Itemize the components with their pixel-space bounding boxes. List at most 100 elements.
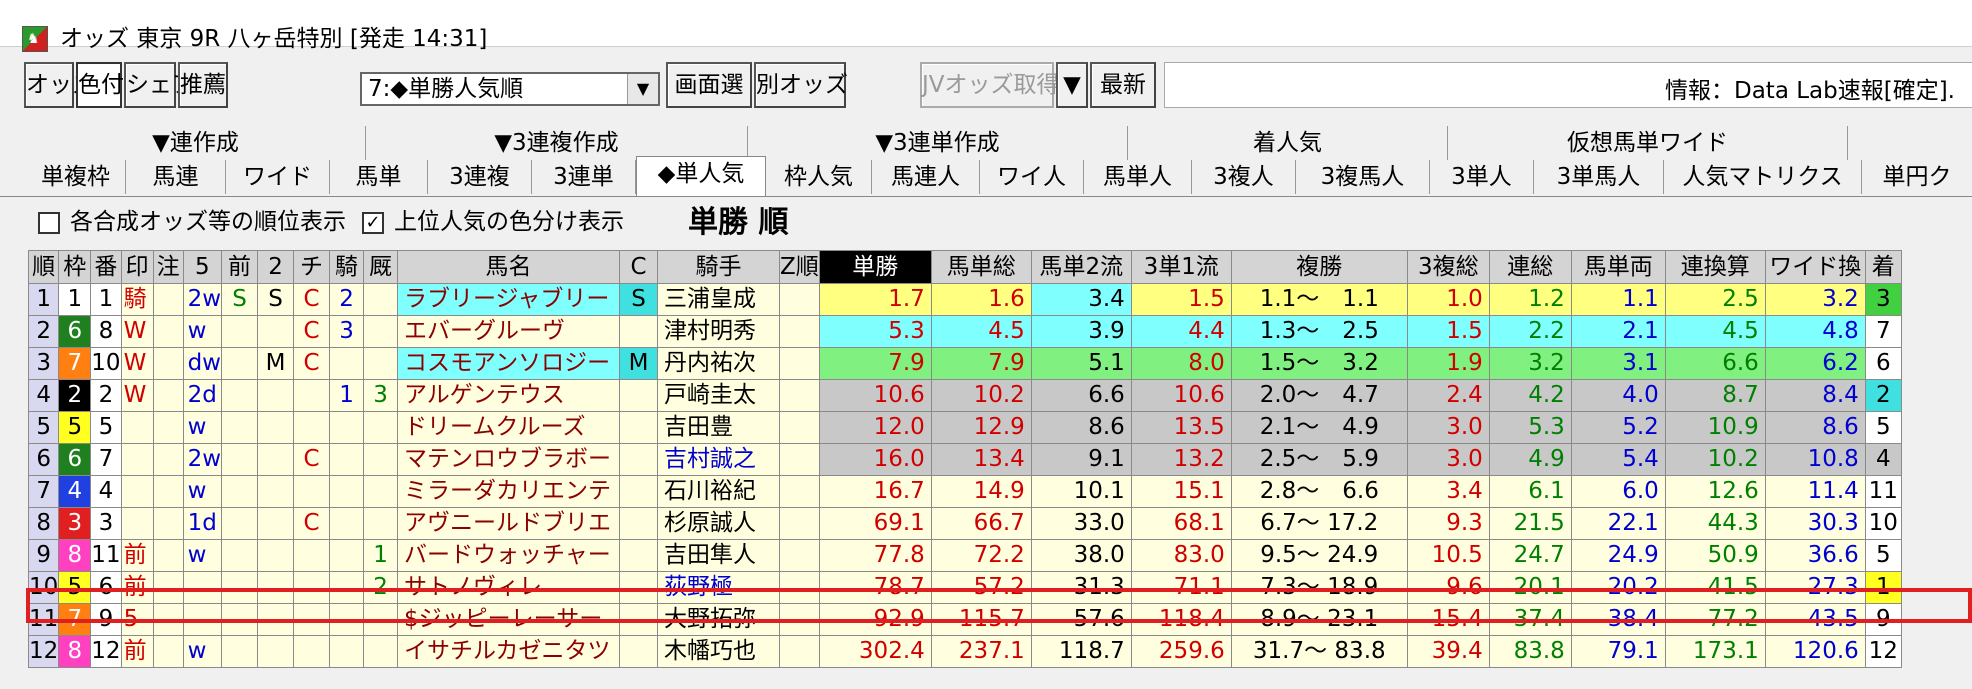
cell-fuku: 1.5〜 3.2 xyxy=(1230,347,1408,380)
column-header[interactable]: 2 xyxy=(257,250,295,284)
tab-exacta[interactable]: 馬単 xyxy=(330,160,428,194)
share-button[interactable]: シェア xyxy=(124,62,195,108)
cell-frame: 1 xyxy=(58,283,92,316)
cell-jockey: 吉田隼人 xyxy=(657,539,781,572)
cell-name: ラブリージャブリー xyxy=(397,283,621,316)
table-row[interactable]: 4 2 2 W 2d 1 3 アルゲンテウス 戸崎圭太 10.6 10.2 6.6 10.6 2.0〜 4… xyxy=(27,379,1902,412)
cell-s1: 259.6 xyxy=(1130,635,1232,668)
column-header[interactable]: 枠 xyxy=(58,250,92,284)
column-header[interactable]: 連総 xyxy=(1488,250,1572,284)
column-header[interactable]: 3単1流 xyxy=(1130,250,1232,284)
tab-trio-popularity[interactable]: 3複人 xyxy=(1192,160,1296,194)
tab-trifecta-horse-popularity[interactable]: 3単馬人 xyxy=(1534,160,1664,194)
cell-cc xyxy=(619,603,659,636)
table-row[interactable]: 5 5 5 w ドリームクルーズ 吉田豊 12.0 12.9 8.6 13.5 2.1〜 4.9 3.… xyxy=(27,411,1902,444)
table-row[interactable]: 10 5 6 前 2 サトノヴィレ 荻野極 78.7 57.2 31.3 71.1 7.3〜 18.9… xyxy=(27,571,1902,604)
column-header[interactable]: 着 xyxy=(1864,250,1902,284)
tab-trifecta-create[interactable]: ▼3連単作成 xyxy=(748,126,1128,160)
tab-trio-horse-popularity[interactable]: 3複馬人 xyxy=(1296,160,1430,194)
cell-chi xyxy=(293,411,331,444)
column-header[interactable]: 連換算 xyxy=(1664,250,1766,284)
tab-trio-create[interactable]: ▼3連複作成 xyxy=(366,126,748,160)
table-row[interactable]: 1 1 1 騎 2w S S C 2 ラブリージャブリー S 三浦皇成 1.7 1.6 3.4 1.5 1.1〜… xyxy=(27,283,1902,316)
column-header[interactable]: 3複総 xyxy=(1406,250,1490,284)
column-header[interactable]: 前 xyxy=(221,250,259,284)
column-header[interactable]: 厩 xyxy=(363,250,399,284)
table-row[interactable]: 6 6 7 2w C マテンロウブラボー 吉村誠之 16.0 13.4 9.1 13.2 2.5〜 5… xyxy=(27,443,1902,476)
latest-button[interactable]: 最新 xyxy=(1090,62,1156,108)
column-header[interactable]: 番 xyxy=(90,250,122,284)
tab-win-popularity[interactable]: ◆単人気 xyxy=(636,156,766,196)
table-row[interactable]: 9 8 11 前 w 1 バードウォッチャー 吉田隼人 77.8 72.2 38.0 83.0 9.5〜… xyxy=(27,539,1902,572)
tab-connected-create[interactable]: ▼連作成 xyxy=(26,126,366,160)
cell-name: ドリームクルーズ xyxy=(397,411,621,444)
cell-ki: 3 xyxy=(329,315,365,348)
tab-exacta-popularity[interactable]: 馬単人 xyxy=(1084,160,1192,194)
cell-rk: 4.5 xyxy=(1664,315,1766,348)
tab-virtual-exacta-wide[interactable]: 仮想馬単ワイド xyxy=(1448,126,1848,160)
tab-frame-popularity[interactable]: 枠人気 xyxy=(766,160,872,194)
column-header[interactable]: ワイド換 xyxy=(1764,250,1866,284)
screen-select-button[interactable]: 画面選 xyxy=(666,62,752,108)
tab-trifecta[interactable]: 3連単 xyxy=(532,160,636,194)
table-row[interactable]: 7 4 4 w ミラーダカリエンテ 石川裕紀 16.7 14.9 10.1 15.1 2.8〜 6.… xyxy=(27,475,1902,508)
table-row[interactable]: 8 3 3 1d C アヴニールドブリエ 杉原誠人 69.1 66.7 33.0 68.1 6.7〜 … xyxy=(27,507,1902,540)
tab-win-place-frame[interactable]: 単複枠 xyxy=(26,160,126,194)
cell-ki xyxy=(329,603,365,636)
column-header[interactable]: 騎手 xyxy=(657,250,781,284)
sort-mode-select[interactable]: 7:◆単勝人気順 ▼ xyxy=(360,72,660,106)
cell-frame: 7 xyxy=(58,347,92,380)
table-row[interactable]: 12 8 12 前 w イサチルカゼニタツ 木幡巧也 302.4 237.1 118.7 259.6… xyxy=(27,635,1902,668)
tab-wide[interactable]: ワイド xyxy=(226,160,330,194)
column-header[interactable]: チ xyxy=(293,250,331,284)
recommend-button[interactable]: 推薦 xyxy=(178,62,228,108)
table-row[interactable]: 3 7 10 Wdw M C コスモアンソロジー M 丹内祐次 7.9 7.9 5.1 8.0 1.5〜 … xyxy=(27,347,1902,380)
column-header[interactable]: Z順 xyxy=(779,250,820,284)
column-header[interactable]: 馬名 xyxy=(397,250,621,284)
cell-z xyxy=(779,539,820,572)
chevron-down-icon[interactable]: ▼ xyxy=(627,74,658,104)
cell-note xyxy=(152,443,184,476)
color-button[interactable]: 色付 xyxy=(76,62,124,108)
color-display-checkbox[interactable]: ✓ xyxy=(362,212,384,234)
table-row[interactable]: 2 6 8 Ww C 3 エバーグルーヴ 津村明秀 5.3 4.5 3.9 4.4 1.3〜 2.5 1.… xyxy=(27,315,1902,348)
cell-jockey: 石川裕紀 xyxy=(657,475,781,508)
column-header[interactable]: 馬単2流 xyxy=(1030,250,1132,284)
column-header[interactable]: 印 xyxy=(120,250,154,284)
cell-rk: 2.5 xyxy=(1664,283,1766,316)
column-header[interactable]: 馬単両 xyxy=(1570,250,1666,284)
tab-win-yen[interactable]: 単円ク xyxy=(1862,160,1972,194)
column-header[interactable]: 5 xyxy=(182,250,223,284)
tab-trio[interactable]: 3連複 xyxy=(428,160,532,194)
column-header[interactable]: 順 xyxy=(27,250,60,284)
cell-note xyxy=(152,539,184,572)
cell-ki xyxy=(329,475,365,508)
tab-quinella[interactable]: 馬連 xyxy=(126,160,226,194)
cell-rs: 3.2 xyxy=(1488,347,1572,380)
cell-num: 5 xyxy=(90,411,122,444)
other-odds-button[interactable]: 別オッズ xyxy=(754,62,848,108)
column-header[interactable]: 複勝 xyxy=(1230,250,1408,284)
tab-popularity-matrix[interactable]: 人気マトリクス xyxy=(1664,160,1862,194)
table-row[interactable]: 11 7 9 5 $ジッピーレーサー 大野拓弥 92.9 115.7 57.6 118.4 8.9〜… xyxy=(27,603,1902,636)
cell-ch: 5 xyxy=(1864,411,1902,444)
column-header[interactable]: 騎 xyxy=(329,250,365,284)
fetch-dropdown-button[interactable]: ▼ xyxy=(1056,62,1088,108)
page-title: 単勝 順 xyxy=(688,205,789,240)
cell-mark xyxy=(120,411,154,444)
rank-display-checkbox[interactable] xyxy=(38,212,60,234)
cell-name: アルゲンテウス xyxy=(397,379,621,412)
tab-finish-popularity[interactable]: 着人気 xyxy=(1128,126,1448,160)
column-header[interactable]: 単勝 xyxy=(818,250,932,284)
column-header[interactable]: C xyxy=(619,250,659,284)
column-header[interactable]: 馬単総 xyxy=(930,250,1032,284)
cell-u2: 118.7 xyxy=(1030,635,1132,668)
tab-trifecta-popularity[interactable]: 3単人 xyxy=(1430,160,1534,194)
cell-fuku: 9.5〜 24.9 xyxy=(1230,539,1408,572)
cell-z xyxy=(779,571,820,604)
jv-odds-fetch-button[interactable]: JVオッズ取得 xyxy=(920,62,1060,108)
tab-quinella-popularity[interactable]: 馬連人 xyxy=(872,160,980,194)
tab-wide-popularity[interactable]: ワイ人 xyxy=(980,160,1084,194)
odds-button[interactable]: オッズ xyxy=(24,62,95,108)
column-header[interactable]: 注 xyxy=(152,250,184,284)
